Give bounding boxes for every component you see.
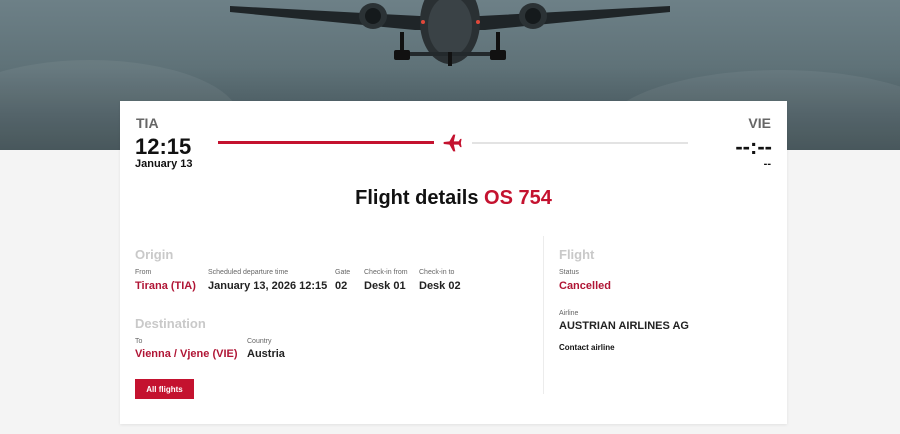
airline-value: AUSTRIAN AIRLINES AG <box>559 320 689 332</box>
destination-time: --:-- <box>735 134 772 159</box>
progress-bar-done <box>218 141 434 144</box>
origin-heading: Origin <box>135 247 174 262</box>
destination-heading: Destination <box>135 316 206 331</box>
from-label: From <box>135 269 152 276</box>
page-title-prefix: Flight details <box>355 187 479 209</box>
to-label: To <box>135 338 143 345</box>
checkin-to-label: Check-in to <box>419 269 455 276</box>
origin-date: January 13 <box>135 158 193 170</box>
country-label: Country <box>247 338 272 345</box>
progress-bar-remaining <box>472 142 688 144</box>
page-title: Flight details OS 754 <box>120 187 787 210</box>
from-value: Tirana (TIA) <box>135 280 196 292</box>
status-value: Cancelled <box>559 280 611 292</box>
checkin-to-value: Desk 02 <box>419 280 461 292</box>
contact-airline-link[interactable]: Contact airline <box>559 343 615 352</box>
flight-card: TIA 12:15 January 13 VIE --:-- -- Flight… <box>120 101 787 424</box>
status-label: Status <box>559 269 579 276</box>
checkin-from-value: Desk 01 <box>364 280 406 292</box>
airline-label: Airline <box>559 310 579 317</box>
checkin-from-label: Check-in from <box>364 269 408 276</box>
country-value: Austria <box>247 348 285 360</box>
airplane-icon <box>443 134 462 152</box>
scheduled-departure-value: January 13, 2026 12:15 <box>208 280 328 292</box>
to-value: Vienna / Vjene (VIE) <box>135 348 238 360</box>
column-divider <box>543 236 544 394</box>
scheduled-departure-label: Scheduled departure time <box>208 269 289 276</box>
flight-heading: Flight <box>559 247 595 262</box>
destination-date: -- <box>763 158 771 170</box>
all-flights-button[interactable]: All flights <box>135 379 194 399</box>
origin-code: TIA <box>136 115 159 131</box>
origin-time: 12:15 <box>135 134 192 159</box>
flight-number: OS 754 <box>484 187 552 209</box>
gate-value: 02 <box>335 280 348 292</box>
destination-code: VIE <box>748 115 771 131</box>
gate-label: Gate <box>335 269 351 276</box>
airplane-photo <box>230 0 670 66</box>
